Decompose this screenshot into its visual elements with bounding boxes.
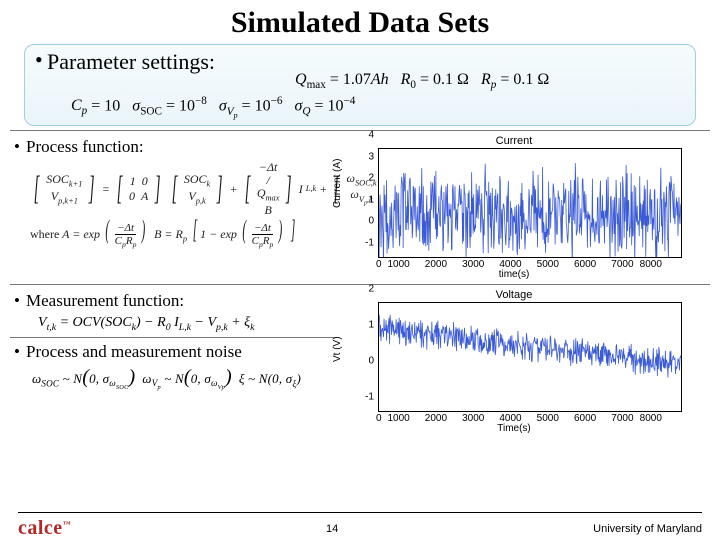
where-label: where xyxy=(30,227,59,241)
process-equation: [ SOCk+1Vp,k+1 ] = [ 1 00 A ] [ SOCkVp,k… xyxy=(14,161,340,248)
voltage-xlabel: Time(s) xyxy=(340,423,688,434)
current-plot-title: Current xyxy=(340,135,688,147)
current-signal xyxy=(379,149,681,257)
slide-title: Simulated Data Sets xyxy=(0,6,720,40)
process-heading: •Process function: xyxy=(14,137,340,157)
param-eq-line1: Qmax = 1.07Ah R0 = 0.1 Ω Rp = 0.1 Ω xyxy=(295,71,685,91)
page-number: 14 xyxy=(326,523,338,535)
noise-equation: ωSOC ~ N(0, σωSOC) ωVp ~ N(0, σωVp) ξ ~ … xyxy=(14,366,340,391)
university-label: University of Maryland xyxy=(593,523,702,535)
param-heading-text: Parameter settings: xyxy=(47,49,215,74)
current-xlabel: time(s) xyxy=(340,269,688,280)
footer: calce™ 14 University of Maryland xyxy=(0,512,720,540)
process-heading-text: Process function: xyxy=(26,137,144,156)
current-plot: Current Current (A) -101234 010002000300… xyxy=(340,135,688,280)
measurement-heading-text: Measurement function: xyxy=(26,291,184,310)
param-eq-line2: Cp = 10 σSOC = 10−8 σVp = 10−6 σQ = 10−4 xyxy=(71,95,685,117)
voltage-yticks: -1012 xyxy=(358,289,376,397)
current-ylabel: Current (A) xyxy=(332,158,343,207)
divider-3 xyxy=(10,337,338,338)
voltage-ylabel: Vt (V) xyxy=(332,336,343,362)
parameter-settings-box: •Parameter settings: Qmax = 1.07Ah R0 = … xyxy=(24,44,696,126)
calce-logo: calce™ xyxy=(18,517,71,540)
current-axes xyxy=(378,148,682,258)
voltage-signal xyxy=(379,303,681,411)
measurement-heading: •Measurement function: xyxy=(14,291,340,311)
voltage-plot: Voltage Vt (V) -1012 0100020003000400050… xyxy=(340,289,688,434)
noise-heading-text: Process and measurement noise xyxy=(26,342,242,361)
measurement-equation: Vt,k = OCV(SOCk) − R0 IL,k − Vp,k + ξk xyxy=(14,315,340,333)
noise-heading: •Process and measurement noise xyxy=(14,342,340,362)
voltage-plot-title: Voltage xyxy=(340,289,688,301)
current-yticks: -101234 xyxy=(358,135,376,243)
voltage-axes xyxy=(378,302,682,412)
